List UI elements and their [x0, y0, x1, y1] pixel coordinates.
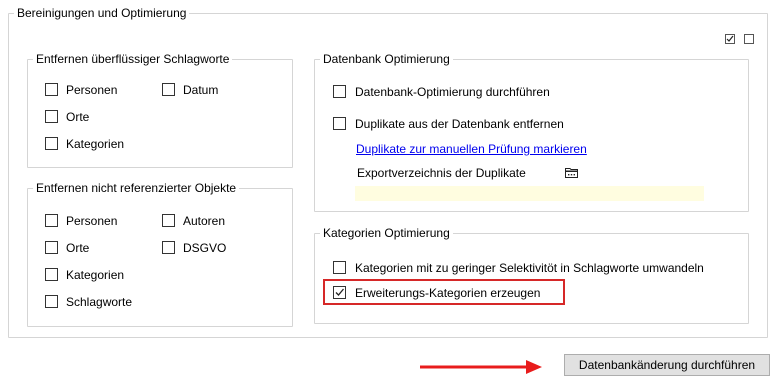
db-remove-duplicates-checkbox[interactable] [333, 117, 346, 130]
kw-orte-label: Orte [66, 110, 90, 124]
folder-icon[interactable] [565, 167, 578, 181]
ur-autoren-label: Autoren [183, 214, 226, 228]
db-optimize-checkbox[interactable] [333, 85, 346, 98]
unref-group-title: Entfernen nicht referenzierter Objekte [36, 181, 237, 195]
apply-db-changes-button[interactable]: Datenbankänderung durchführen [564, 354, 770, 376]
cat-group-title: Kategorien Optimierung [323, 226, 450, 240]
kw-personen-checkbox[interactable] [45, 83, 58, 96]
header-check-all[interactable] [725, 34, 735, 44]
ur-dsgvo-checkbox[interactable] [162, 241, 175, 254]
mark-duplicates-link[interactable]: Duplikate zur manuellen Prüfung markiere… [356, 142, 587, 156]
db-optimize-label: Datenbank-Optimierung durchführen [355, 85, 550, 99]
ur-schlagworte-label: Schlagworte [66, 295, 133, 309]
cat-convert-label: Kategorien mit zu geringer Selektivitöt … [355, 261, 704, 275]
kw-datum-label: Datum [183, 83, 219, 97]
cat-extend-label: Erweiterungs-Kategorien erzeugen [355, 286, 541, 300]
ur-kategorien-checkbox[interactable] [45, 268, 58, 281]
keywords-group-title: Entfernen überflüssiger Schlagworte [36, 52, 230, 66]
arrow-right-icon [420, 360, 542, 374]
ur-orte-label: Orte [66, 241, 90, 255]
export-dir-field[interactable] [355, 186, 704, 201]
kw-personen-label: Personen [66, 83, 118, 97]
kw-datum-checkbox[interactable] [162, 83, 175, 96]
ur-autoren-checkbox[interactable] [162, 214, 175, 227]
kw-kategorien-label: Kategorien [66, 137, 125, 151]
kw-kategorien-checkbox[interactable] [45, 137, 58, 150]
header-check-none[interactable] [744, 34, 754, 44]
cat-group: Kategorien Optimierung [314, 226, 749, 324]
cat-extend-checkbox[interactable] [333, 286, 346, 299]
db-group-title: Datenbank Optimierung [323, 52, 450, 66]
ur-schlagworte-checkbox[interactable] [45, 295, 58, 308]
cat-convert-checkbox[interactable] [333, 261, 346, 274]
ur-orte-checkbox[interactable] [45, 241, 58, 254]
kw-orte-checkbox[interactable] [45, 110, 58, 123]
ur-personen-label: Personen [66, 214, 118, 228]
db-remove-duplicates-label: Duplikate aus der Datenbank entfernen [355, 117, 564, 131]
ur-dsgvo-label: DSGVO [183, 241, 227, 255]
ur-personen-checkbox[interactable] [45, 214, 58, 227]
export-dir-label: Exportverzeichnis der Duplikate [357, 166, 526, 180]
ur-kategorien-label: Kategorien [66, 268, 125, 282]
main-group-title: Bereinigungen und Optimierung [17, 6, 187, 20]
